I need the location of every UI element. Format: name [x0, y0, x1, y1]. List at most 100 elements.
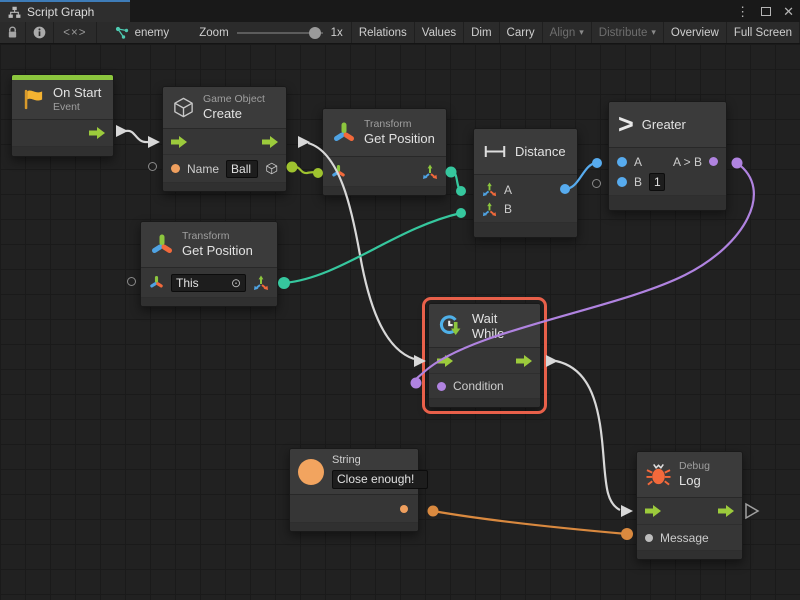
node-title: Wait While — [472, 311, 531, 341]
graph-toolbar: <×> enemy Zoom 1x Relations Values Dim C… — [0, 22, 800, 44]
vector-a-input-port[interactable] — [482, 182, 497, 197]
fullscreen-button[interactable]: Full Screen — [727, 22, 800, 44]
port-label: Message — [660, 531, 709, 545]
flow-output-port[interactable] — [89, 127, 105, 139]
tab-script-graph[interactable]: Script Graph — [0, 0, 130, 22]
a-input-port[interactable] — [617, 157, 627, 167]
node-subtitle: Transform — [364, 118, 435, 131]
string-icon — [298, 459, 324, 485]
overview-button[interactable]: Overview — [664, 22, 727, 44]
zoom-label: Zoom — [199, 27, 228, 39]
flag-icon — [20, 87, 45, 112]
node-on-start[interactable]: On Start Event — [11, 74, 114, 157]
cube-icon — [172, 96, 195, 119]
tab-title: Script Graph — [27, 5, 94, 19]
message-input-port[interactable] — [645, 534, 653, 542]
flow-output-port[interactable] — [516, 355, 532, 367]
align-button: Align▾ — [543, 22, 592, 44]
transform-input-port[interactable] — [149, 275, 164, 290]
flow-output-port[interactable] — [718, 505, 734, 517]
node-title: Log — [679, 473, 710, 489]
relations-button[interactable]: Relations — [351, 22, 415, 44]
object-picker-icon: ⊙ — [231, 276, 241, 290]
flow-input-port[interactable] — [171, 136, 187, 148]
lock-button[interactable] — [0, 22, 26, 44]
node-greater[interactable]: > Greater A A > B B 1 — [608, 101, 727, 211]
unconnected-port-indicator[interactable] — [127, 277, 136, 286]
window-menu-icon[interactable]: ⋮ — [736, 5, 749, 18]
zoom-slider-handle[interactable] — [309, 27, 321, 39]
name-input-port[interactable] — [171, 164, 180, 173]
zoom-control: Zoom 1x — [191, 22, 351, 44]
distribute-button: Distribute▾ — [592, 22, 664, 44]
name-value-field[interactable]: Ball — [226, 160, 258, 178]
string-output-port[interactable] — [400, 505, 408, 513]
port-label: B — [634, 175, 642, 189]
port-label: Name — [187, 162, 219, 176]
wait-clock-icon — [438, 312, 464, 339]
dim-button[interactable]: Dim — [464, 22, 499, 44]
node-title: Greater — [642, 117, 686, 132]
zoom-value: 1x — [331, 27, 343, 39]
chevron-down-icon: ▾ — [579, 27, 584, 38]
state-machine-icon — [115, 26, 129, 40]
zoom-slider[interactable] — [237, 22, 323, 44]
result-label: A > B — [673, 155, 702, 169]
port-label: A — [634, 155, 642, 169]
window-maximize-icon[interactable] — [761, 7, 771, 16]
preview-code-button[interactable]: <×> — [54, 22, 97, 44]
position-output-port[interactable] — [422, 164, 438, 180]
node-subtitle: Game Object — [203, 93, 265, 106]
node-debug-log[interactable]: Debug Log Message — [636, 451, 743, 560]
node-wait-while[interactable]: Wait While Condition — [428, 303, 541, 408]
string-value-field[interactable]: Close enough! — [332, 470, 428, 489]
port-label: Condition — [453, 379, 504, 393]
transform-icon — [150, 233, 174, 257]
bug-icon — [646, 462, 671, 487]
greater-icon: > — [618, 111, 634, 138]
distance-icon — [483, 144, 507, 159]
node-get-position-bottom[interactable]: Transform Get Position This⊙ — [140, 221, 278, 307]
toolbar-buttons: Relations Values Dim Carry Align▾ Distri… — [351, 22, 800, 44]
info-icon — [33, 26, 46, 39]
node-get-position-top[interactable]: Transform Get Position — [322, 108, 447, 196]
vector-b-input-port[interactable] — [482, 202, 497, 217]
transform-input-port[interactable] — [331, 164, 346, 179]
unconnected-port-indicator[interactable] — [148, 162, 157, 171]
node-distance[interactable]: Distance A B — [473, 128, 578, 238]
values-button[interactable]: Values — [415, 22, 464, 44]
window-controls: ⋮ ✕ — [736, 0, 794, 22]
node-string[interactable]: String Close enough! — [289, 448, 419, 532]
node-subtitle: Event — [53, 101, 101, 114]
condition-input-port[interactable] — [437, 382, 446, 391]
node-subtitle: Transform — [182, 230, 253, 243]
script-graph-window: Script Graph ⋮ ✕ <×> enemy Zoom 1x Relat… — [0, 0, 800, 600]
unconnected-port-indicator[interactable] — [592, 179, 601, 188]
tab-bar: Script Graph ⋮ ✕ — [0, 0, 800, 22]
flow-input-port[interactable] — [437, 355, 453, 367]
flow-input-port[interactable] — [645, 505, 661, 517]
position-output-port[interactable] — [253, 275, 269, 291]
target-field[interactable]: This⊙ — [171, 274, 246, 292]
game-object-icon — [265, 161, 278, 176]
node-create[interactable]: Game Object Create Name Ball — [162, 86, 287, 192]
graph-breadcrumb[interactable]: enemy — [107, 26, 178, 40]
window-close-icon[interactable]: ✕ — [783, 5, 794, 18]
node-title: Get Position — [364, 131, 435, 147]
node-title: Distance — [515, 144, 566, 159]
node-title: Create — [203, 106, 265, 122]
code-toggle-icon: <×> — [63, 27, 86, 39]
result-output-port[interactable] — [709, 157, 718, 166]
flow-output-port[interactable] — [262, 136, 278, 148]
graph-name-label: enemy — [135, 27, 170, 39]
node-title: On Start — [53, 85, 101, 101]
script-graph-icon — [8, 6, 21, 19]
transform-icon — [332, 121, 356, 145]
b-value-field[interactable]: 1 — [649, 173, 665, 191]
port-label: A — [504, 183, 512, 197]
node-subtitle: Debug — [679, 460, 710, 473]
carry-button[interactable]: Carry — [500, 22, 543, 44]
info-button[interactable] — [26, 22, 54, 44]
node-title: Get Position — [182, 243, 253, 259]
b-input-port[interactable] — [617, 177, 627, 187]
